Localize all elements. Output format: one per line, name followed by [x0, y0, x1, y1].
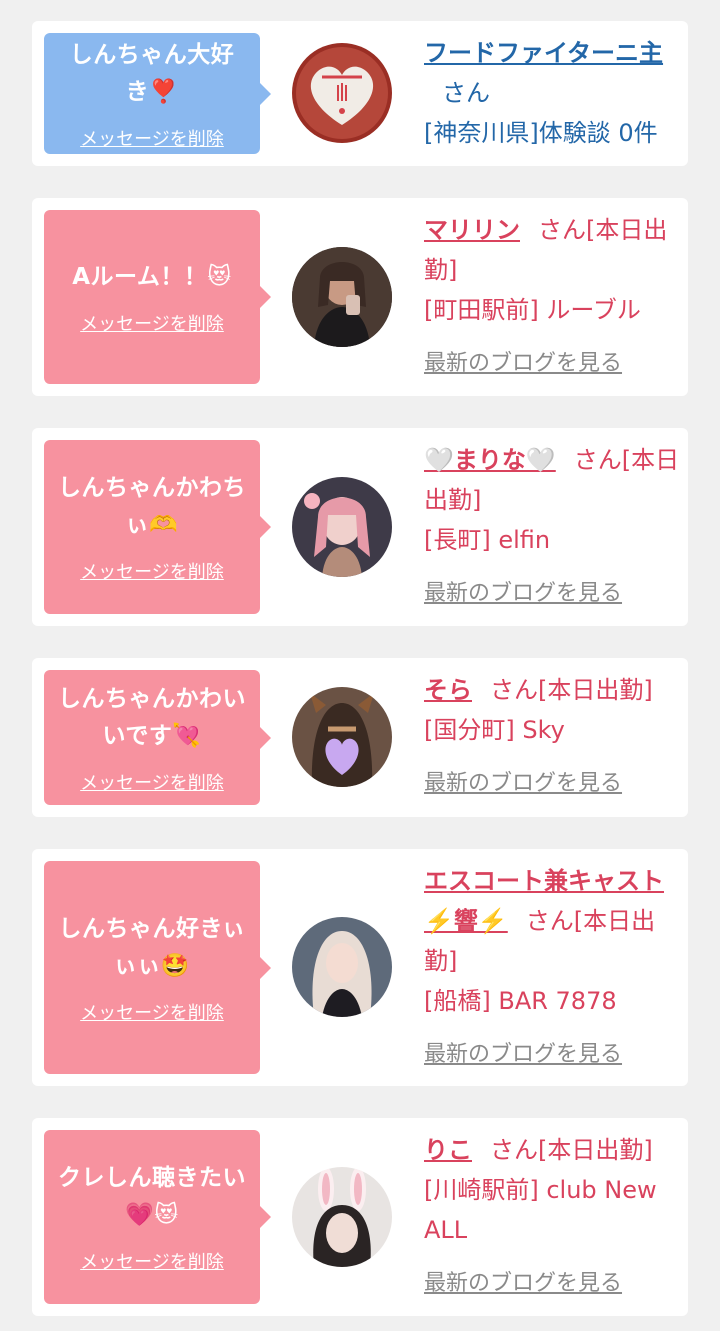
message-bubble: クレしん聴きたい💗😻 メッセージを削除 — [44, 1130, 271, 1304]
delete-message-link[interactable]: メッセージを削除 — [80, 558, 224, 584]
entry-info: フードファイターニ主さん [神奈川県]体験談 0件 — [424, 33, 682, 153]
message-card: Aルーム！！😻 メッセージを削除 マリリン さん[本日出勤] [町田駅前] ルーブ… — [32, 198, 688, 396]
name-suffix: さん — [442, 79, 490, 107]
latest-blog-link[interactable]: 最新のブログを見る — [424, 1035, 622, 1075]
message-card: しんちゃんかわいいです💘 メッセージを削除 そら さん[本日出勤] [国分町] S… — [32, 658, 688, 817]
sender-name-link[interactable]: 🤍まりな🤍 — [424, 446, 556, 474]
message-text: しんちゃんかわちぃ🫶 — [58, 475, 246, 538]
message-text: しんちゃん好きぃぃぃ🤩 — [58, 915, 246, 979]
avatar[interactable] — [292, 43, 392, 143]
entry-location: [長町] elfin — [424, 526, 551, 554]
message-card: しんちゃん好きぃぃぃ🤩 メッセージを削除 エスコート兼キャスト⚡️響⚡️ さん[本… — [32, 849, 688, 1086]
latest-blog-link[interactable]: 最新のブログを見る — [424, 1264, 622, 1304]
message-bubble: しんちゃんかわいいです💘 メッセージを削除 — [44, 670, 271, 805]
entry-info: そら さん[本日出勤] [国分町] Sky 最新のブログを見る — [424, 670, 682, 804]
entry-location: [船橋] BAR 7878 — [424, 987, 617, 1015]
avatar[interactable] — [292, 477, 392, 577]
message-card: しんちゃんかわちぃ🫶 メッセージを削除 🤍まりな🤍 さん[本日出勤] [長町] e… — [32, 428, 688, 626]
message-text: Aルーム！！😻 — [72, 263, 232, 290]
entry-location: [国分町] Sky — [424, 716, 565, 744]
sender-name-link[interactable]: フードファイターニ主 — [424, 39, 663, 67]
message-list: しんちゃん大好き❣️ メッセージを削除 フードファイターニ主さん [神奈川県]体… — [0, 0, 720, 1331]
entry-location: [町田駅前] ルーブル — [424, 296, 641, 324]
delete-message-link[interactable]: メッセージを削除 — [80, 125, 224, 151]
entry-location: [神奈川県]体験談 0件 — [424, 119, 658, 147]
delete-message-link[interactable]: メッセージを削除 — [80, 999, 224, 1025]
message-text: しんちゃん大好き❣️ — [69, 41, 235, 105]
entry-info: 🤍まりな🤍 さん[本日出勤] [長町] elfin 最新のブログを見る — [424, 440, 682, 614]
message-text: クレしん聴きたい💗😻 — [58, 1165, 246, 1228]
delete-message-link[interactable]: メッセージを削除 — [80, 310, 224, 336]
entry-info: りこ さん[本日出勤] [川崎駅前] club New ALL 最新のブログを見る — [424, 1130, 682, 1304]
message-bubble: しんちゃん好きぃぃぃ🤩 メッセージを削除 — [44, 861, 271, 1074]
message-card: しんちゃん大好き❣️ メッセージを削除 フードファイターニ主さん [神奈川県]体… — [32, 21, 688, 166]
sender-name-link[interactable]: マリリン — [424, 216, 520, 244]
sender-name-link[interactable]: そら — [424, 676, 472, 704]
avatar[interactable] — [292, 917, 392, 1017]
delete-message-link[interactable]: メッセージを削除 — [80, 1248, 224, 1274]
sender-name-link[interactable]: りこ — [424, 1136, 472, 1164]
avatar[interactable] — [292, 687, 392, 787]
entry-location: [川崎駅前] club New ALL — [424, 1176, 657, 1244]
message-card: クレしん聴きたい💗😻 メッセージを削除 りこ さん[本日出勤] [川崎駅前] cl… — [32, 1118, 688, 1316]
name-suffix: さん[本日出勤] — [490, 676, 653, 704]
message-bubble: しんちゃんかわちぃ🫶 メッセージを削除 — [44, 440, 271, 614]
name-suffix: さん[本日出勤] — [490, 1136, 653, 1164]
latest-blog-link[interactable]: 最新のブログを見る — [424, 764, 622, 804]
message-text: しんちゃんかわいいです💘 — [58, 685, 246, 749]
avatar[interactable] — [292, 247, 392, 347]
avatar[interactable] — [292, 1167, 392, 1267]
entry-info: エスコート兼キャスト⚡️響⚡️ さん[本日出勤] [船橋] BAR 7878 最新… — [424, 861, 682, 1075]
latest-blog-link[interactable]: 最新のブログを見る — [424, 574, 622, 614]
delete-message-link[interactable]: メッセージを削除 — [80, 769, 224, 795]
latest-blog-link[interactable]: 最新のブログを見る — [424, 344, 622, 384]
entry-info: マリリン さん[本日出勤] [町田駅前] ルーブル 最新のブログを見る — [424, 210, 682, 384]
message-bubble: Aルーム！！😻 メッセージを削除 — [44, 210, 271, 384]
message-bubble: しんちゃん大好き❣️ メッセージを削除 — [44, 33, 271, 154]
